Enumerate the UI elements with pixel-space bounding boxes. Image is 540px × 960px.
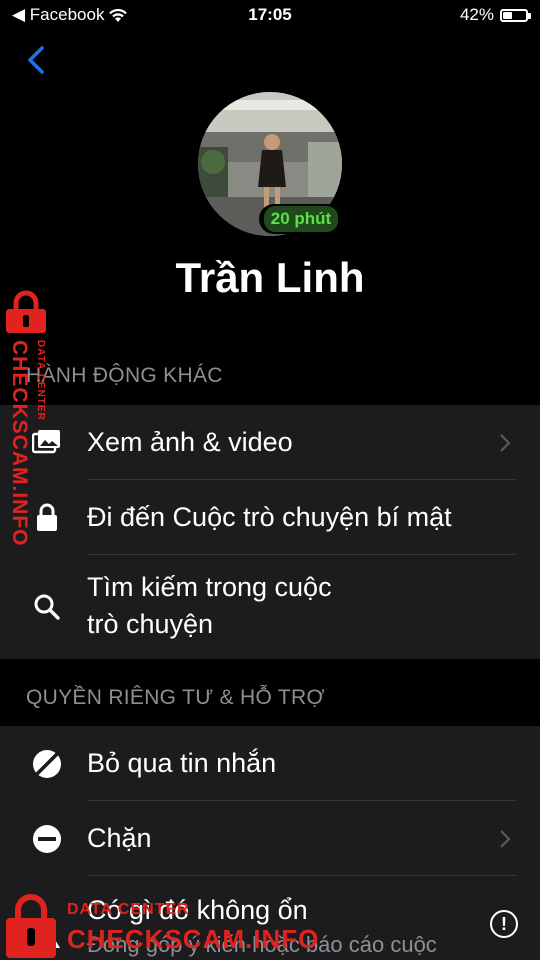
watermark-lock-icon: [6, 290, 46, 333]
battery-status: 42%: [459, 5, 531, 25]
menu-item-label: Xem ảnh & video: [87, 427, 293, 457]
watermark-side: CHECKSCAM.INFO DATA CENTER: [2, 290, 62, 560]
status-bar: ◀ Facebook 17:05 42%: [0, 0, 540, 30]
ignore-icon: [30, 748, 64, 780]
menu-item-label: Tìm kiếm trong cuộc trò chuyện: [87, 569, 332, 643]
active-time: 20 phút: [263, 206, 339, 232]
search-icon: [30, 593, 64, 621]
chevron-right-icon: [500, 830, 511, 848]
active-status-badge: 20 phút: [259, 204, 343, 234]
menu-item-secret-conversation[interactable]: Đi đến Cuộc trò chuyện bí mật: [0, 480, 540, 555]
watermark-bottom-subtext: DATA CENTER: [67, 901, 190, 918]
battery-percent: 42%: [459, 5, 494, 24]
watermark-bottom: DATA CENTER CHECKSCAM.INFO: [0, 890, 330, 960]
menu-item-label-line2: trò chuyện: [87, 609, 214, 639]
menu-item-photos-videos[interactable]: Xem ảnh & video: [0, 405, 540, 480]
chevron-right-icon: [500, 434, 511, 452]
menu-item-label: Đi đến Cuộc trò chuyện bí mật: [87, 502, 452, 532]
watermark-bottom-text: CHECKSCAM.INFO: [67, 924, 320, 954]
watermark-side-subtext: DATA CENTER: [35, 340, 46, 421]
back-button[interactable]: [22, 42, 52, 78]
menu-item-label-line1: Tìm kiếm trong cuộc: [87, 572, 332, 602]
menu-item-ignore-messages[interactable]: Bỏ qua tin nhắn: [0, 726, 540, 801]
profile-name: Trần Linh: [175, 254, 365, 301]
battery-icon: [500, 8, 531, 22]
menu-item-label: Bỏ qua tin nhắn: [87, 748, 277, 778]
section-header-privacy-support: QUYỀN RIÊNG TƯ & HỖ TRỢ: [26, 686, 325, 709]
watermark-lock-icon: [6, 894, 56, 958]
other-actions-group: Xem ảnh & video Đi đến Cuộc trò chuyện b…: [0, 405, 540, 659]
battery-level: [503, 11, 513, 19]
menu-item-label: Chặn: [87, 823, 152, 853]
block-icon: [30, 823, 64, 855]
chevron-left-icon: [28, 46, 44, 74]
menu-item-block[interactable]: Chặn: [0, 801, 540, 876]
report-alert-icon[interactable]: !: [490, 910, 518, 938]
watermark-side-text: CHECKSCAM.INFO: [8, 340, 31, 547]
menu-item-search-conversation[interactable]: Tìm kiếm trong cuộc trò chuyện: [0, 555, 540, 659]
